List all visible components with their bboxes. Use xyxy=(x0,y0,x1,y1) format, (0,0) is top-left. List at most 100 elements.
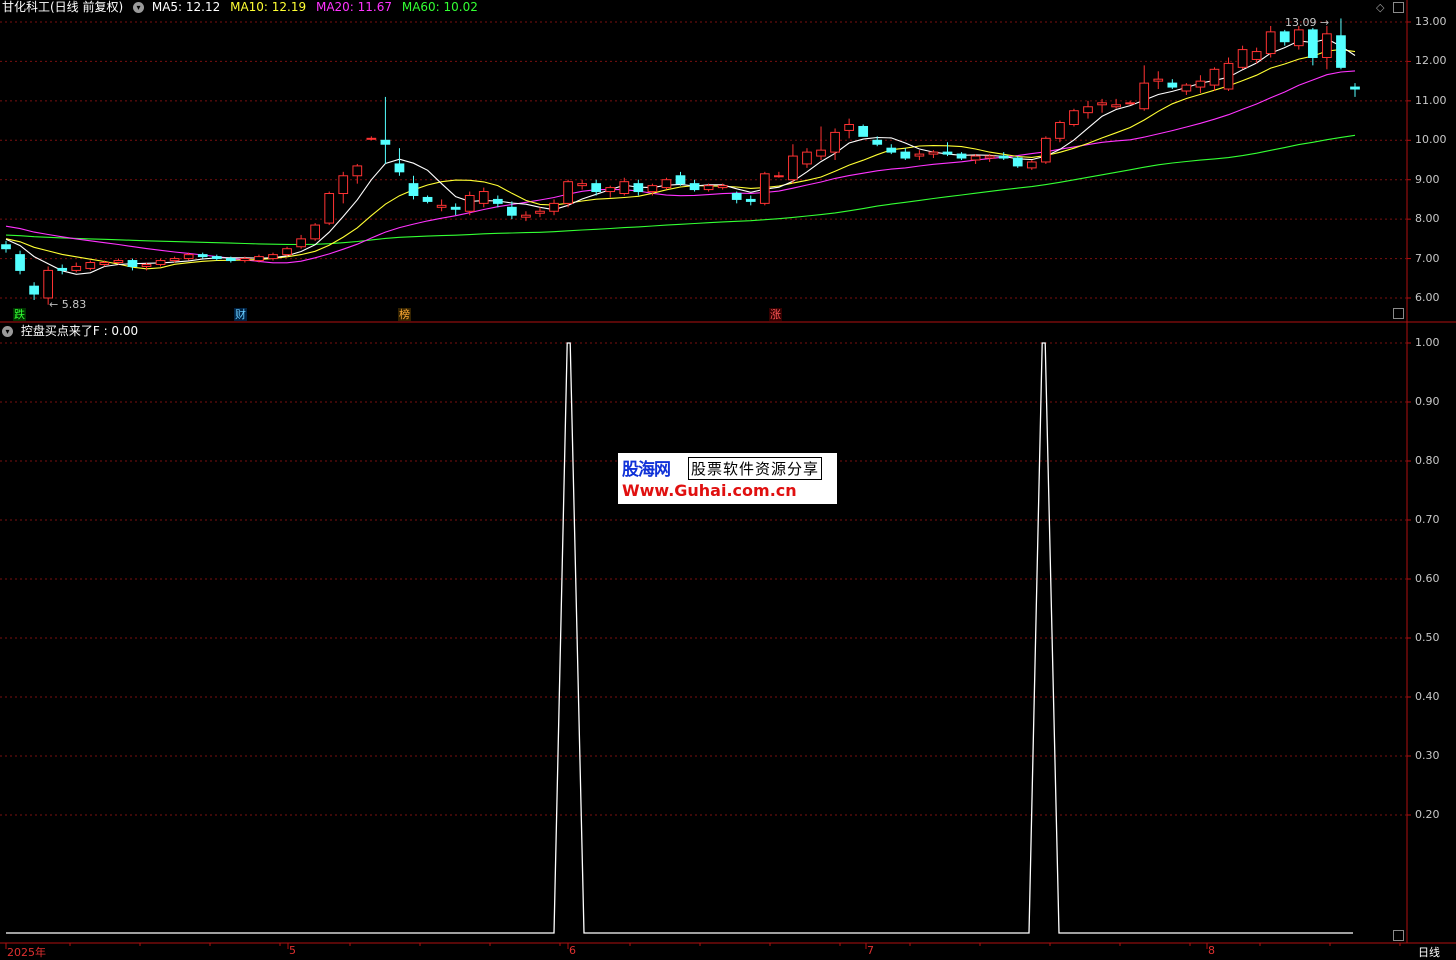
candle-body-up xyxy=(282,248,292,256)
candle-body-down xyxy=(57,267,68,271)
candle-body-down xyxy=(998,155,1009,159)
candle-body-up xyxy=(703,185,714,191)
candle-body-up xyxy=(914,153,925,157)
candle-body-down xyxy=(29,285,39,295)
candle-body-down xyxy=(225,258,236,262)
price-tick-label: 8.00 xyxy=(1415,212,1440,226)
ma5-line xyxy=(5,38,1356,275)
candle-body-up xyxy=(71,265,82,271)
candle-body-up xyxy=(521,214,531,218)
event-tag-rise[interactable]: 涨 xyxy=(769,308,782,321)
candle-body-down xyxy=(942,151,953,155)
candle-body-up xyxy=(338,175,349,195)
candle-body-up xyxy=(1139,82,1150,110)
stock-title[interactable]: 甘化科工(日线 前复权) xyxy=(2,0,123,14)
indicator-tick-label: 0.70 xyxy=(1415,513,1440,526)
candle-body-down xyxy=(858,125,869,137)
candle-body-up xyxy=(759,173,770,204)
indicator-name[interactable]: 控盘买点来了F xyxy=(21,324,100,338)
indicator-tick-label: 0.30 xyxy=(1415,749,1440,762)
price-tick-label: 11.00 xyxy=(1415,93,1447,107)
candle-body-up xyxy=(1181,84,1192,92)
candle-body-down xyxy=(408,183,419,196)
restore-icon-bottom[interactable] xyxy=(1393,930,1404,941)
time-tick-label: 5 xyxy=(289,944,296,957)
indicator-tick-label: 0.90 xyxy=(1415,395,1440,408)
candle-body-up xyxy=(1083,106,1093,114)
candle-body-down xyxy=(900,151,911,159)
ma5-label: MA5: 12.12 xyxy=(151,0,221,14)
candle-body-down xyxy=(745,198,756,202)
candle-body-down xyxy=(1012,157,1023,167)
candle-body-up xyxy=(1040,137,1051,163)
candle-body-down xyxy=(956,153,967,159)
watermark-url: Www.Guhai.com.cn xyxy=(622,481,797,500)
candle-body-down xyxy=(492,198,503,204)
candle-body-down xyxy=(1167,82,1178,88)
candle-body-up xyxy=(717,185,728,189)
indicator-tick-label: 1.00 xyxy=(1415,336,1440,349)
candle-body-down xyxy=(1279,31,1290,43)
candle-body-up xyxy=(970,155,981,161)
diamond-icon[interactable]: ◇ xyxy=(1376,1,1384,14)
event-tag-rank[interactable]: 榜 xyxy=(398,308,411,321)
candle-body-up xyxy=(169,258,180,262)
time-tick-label: 2025年 xyxy=(7,946,46,959)
candle-body-down xyxy=(591,183,602,193)
candle-body-up xyxy=(1097,102,1107,106)
indicator-tick-label: 0.80 xyxy=(1415,454,1440,467)
watermark-subtitle: 股票软件资源分享 xyxy=(688,457,823,480)
candle-body-up xyxy=(563,181,573,204)
candle-body-down xyxy=(1336,35,1346,68)
time-tick-label: 7 xyxy=(867,944,874,957)
candle-body-up xyxy=(816,149,826,157)
ma20-line xyxy=(5,70,1356,264)
candle-body-up xyxy=(1209,68,1220,86)
candle-body-up xyxy=(141,263,152,267)
chevron-down-icon[interactable]: ▾ xyxy=(2,326,13,337)
candle-body-up xyxy=(366,137,377,140)
event-tag-drop[interactable]: 跌 xyxy=(13,308,26,321)
candle-body-up xyxy=(1237,49,1248,68)
indicator-tick-label: 0.40 xyxy=(1415,690,1440,703)
price-tick-label: 6.00 xyxy=(1415,291,1440,304)
candle-body-up xyxy=(549,202,559,212)
price-tick-label: 12.00 xyxy=(1415,54,1447,68)
candle-body-down xyxy=(15,254,25,271)
candle-body-up xyxy=(1055,122,1065,139)
candle-body-up xyxy=(99,262,110,265)
price-tick-label: 7.00 xyxy=(1415,251,1440,265)
price-tick-label: 13.00 xyxy=(1415,15,1447,28)
chevron-down-icon[interactable]: ▾ xyxy=(133,2,145,13)
candle-body-up xyxy=(43,269,54,299)
indicator-header: ▾ 控盘买点来了F : 0.00 xyxy=(2,324,138,338)
candle-body-up xyxy=(619,181,630,195)
candle-body-down xyxy=(127,260,138,267)
watermark-logo: 股海网 股票软件资源分享 Www.Guhai.com.cn xyxy=(618,453,837,504)
period-button[interactable]: 日线 xyxy=(1418,944,1440,960)
ma20-label: MA20: 11.67 xyxy=(315,0,393,14)
candle-body-up xyxy=(85,262,96,269)
candle-body-up xyxy=(254,256,264,262)
maximize-icon[interactable] xyxy=(1393,2,1404,13)
candle-body-down xyxy=(211,256,222,260)
candle-body-up xyxy=(1026,161,1037,169)
candle-body-up xyxy=(310,224,321,240)
candle-body-up xyxy=(577,183,587,187)
price-tick-label: 9.00 xyxy=(1415,172,1440,186)
indicator-tick-label: 0.50 xyxy=(1415,631,1440,644)
low-price-annotation: ← 5.83 xyxy=(49,298,87,311)
candle-body-down xyxy=(394,163,405,173)
candle-body-up xyxy=(113,260,124,264)
candle-body-up xyxy=(1111,104,1121,108)
candle-body-up xyxy=(183,254,194,260)
candle-body-up xyxy=(830,131,840,153)
restore-icon[interactable] xyxy=(1393,308,1404,319)
candle-body-up xyxy=(464,194,475,212)
candle-body-down xyxy=(422,196,433,202)
candle-body-down xyxy=(689,183,700,191)
candle-body-down xyxy=(731,193,742,200)
candle-body-down xyxy=(380,139,391,145)
candle-body-up xyxy=(1069,110,1079,126)
event-tag-finance[interactable]: 财 xyxy=(234,308,247,321)
